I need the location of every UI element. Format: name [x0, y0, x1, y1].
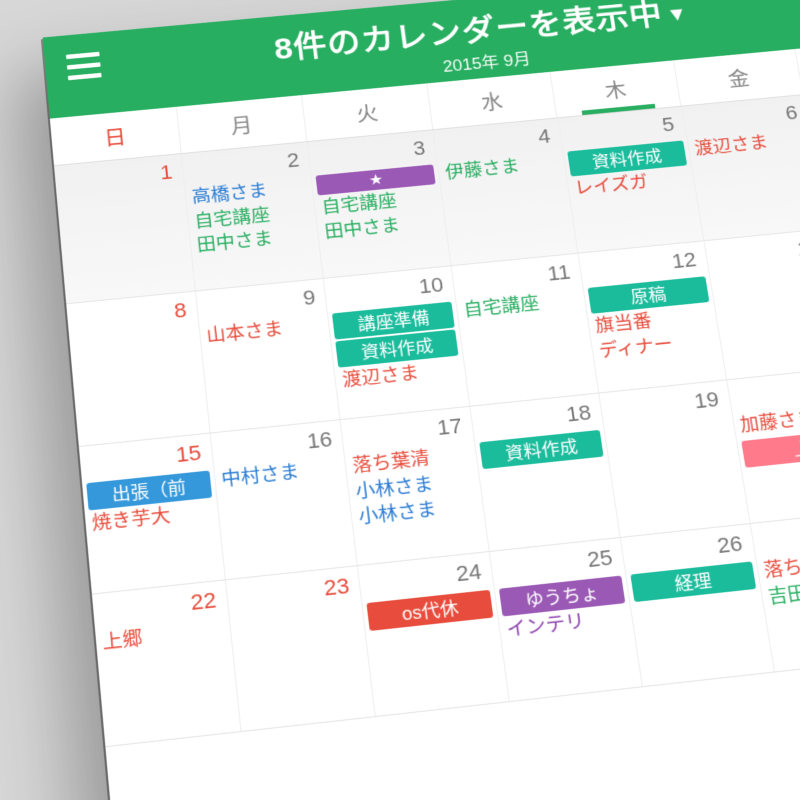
- day-cell[interactable]: 1: [54, 154, 196, 303]
- day-cell[interactable]: 19: [599, 380, 750, 537]
- day-cell[interactable]: 8: [66, 291, 210, 446]
- day-number: 8: [71, 296, 195, 338]
- day-cell[interactable]: 9山本さま: [196, 279, 341, 433]
- day-cell[interactable]: 4伊藤さま: [434, 118, 579, 265]
- day-cell[interactable]: 5資料作成レイズガ: [558, 107, 704, 253]
- day-cell[interactable]: 26経理: [621, 524, 775, 686]
- day-cell[interactable]: 25ゆうちょインテリ: [490, 538, 643, 701]
- day-cell[interactable]: 6渡辺さま: [682, 95, 800, 240]
- day-cell[interactable]: 12原稿旗当番ディナー: [578, 241, 726, 392]
- day-cell[interactable]: 11自宅講座: [452, 254, 599, 406]
- day-number: 20: [731, 372, 800, 414]
- day-number: 13: [709, 233, 800, 274]
- day-number: 23: [230, 571, 357, 616]
- day-cell[interactable]: 10講座準備資料作成渡辺さま: [324, 266, 470, 419]
- day-number: 19: [604, 385, 728, 427]
- day-cell[interactable]: 18資料作成: [471, 393, 621, 550]
- day-cell[interactable]: 2高橋さま自宅講座田中さま: [181, 142, 324, 291]
- day-cell[interactable]: 17落ち葉清小林さま小林さま: [341, 407, 490, 565]
- day-cell[interactable]: 3★自宅講座田中さま: [308, 130, 452, 278]
- day-cell[interactable]: 24os代休: [358, 552, 510, 716]
- day-cell[interactable]: 22上郷: [92, 580, 241, 746]
- calendar-screen: 8件のカレンダーを表示中▼ 2015年 9月 日月火水木金土 12高橋さま自宅講…: [43, 0, 800, 800]
- day-number: 1: [58, 158, 180, 198]
- day-cell[interactable]: 23: [226, 566, 376, 731]
- day-cell[interactable]: 15出張（前焼き芋大: [79, 433, 226, 593]
- month-grid: 12高橋さま自宅講座田中さま3★自宅講座田中さま4伊藤さま5資料作成レイズガ6渡…: [54, 83, 800, 747]
- day-cell[interactable]: 16中村さま: [210, 420, 358, 579]
- menu-icon[interactable]: [66, 52, 102, 81]
- dropdown-icon[interactable]: ▼: [665, 2, 690, 25]
